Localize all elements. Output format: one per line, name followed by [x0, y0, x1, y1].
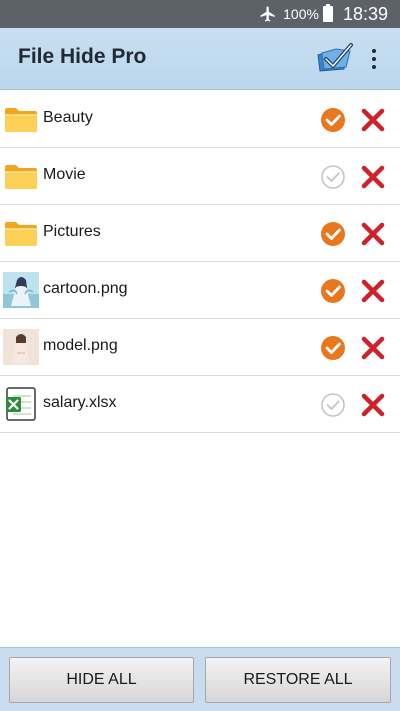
- app-title: File Hide Pro: [18, 45, 147, 68]
- hidden-check-icon[interactable]: [320, 107, 346, 133]
- image-thumbnail-icon: [3, 272, 39, 308]
- app-toolbar: File Hide Pro: [0, 28, 400, 90]
- list-item[interactable]: salary.xlsx: [0, 376, 400, 433]
- airplane-mode-icon: [260, 6, 275, 22]
- hidden-check-icon[interactable]: [320, 335, 346, 361]
- list-item[interactable]: Beauty: [0, 91, 400, 148]
- delete-icon[interactable]: [360, 335, 386, 361]
- restore-all-button[interactable]: RESTORE ALL: [205, 657, 391, 703]
- overflow-menu-icon[interactable]: [364, 46, 384, 72]
- delete-icon[interactable]: [360, 392, 386, 418]
- file-name: model.png: [43, 337, 118, 354]
- battery-percentage: 100%: [283, 6, 319, 22]
- list-item[interactable]: cartoon.png: [0, 262, 400, 319]
- file-name: cartoon.png: [43, 280, 128, 297]
- list-item[interactable]: Pictures: [0, 205, 400, 262]
- unhidden-check-icon[interactable]: [320, 392, 346, 418]
- mark-all-icon[interactable]: [314, 41, 354, 75]
- file-name: Beauty: [43, 109, 93, 126]
- file-name: Pictures: [43, 223, 101, 240]
- list-item[interactable]: Movie: [0, 148, 400, 205]
- list-item[interactable]: model.png: [0, 319, 400, 376]
- delete-icon[interactable]: [360, 221, 386, 247]
- folder-icon: [5, 108, 37, 132]
- file-name: Movie: [43, 166, 86, 183]
- hide-all-button[interactable]: HIDE ALL: [9, 657, 194, 703]
- unhidden-check-icon[interactable]: [320, 164, 346, 190]
- file-name: salary.xlsx: [43, 394, 117, 411]
- hidden-check-icon[interactable]: [320, 278, 346, 304]
- file-list: Beauty Movie Pictures cartoon.png model.…: [0, 91, 400, 433]
- folder-icon: [5, 165, 37, 189]
- clock: 18:39: [342, 3, 388, 24]
- bottom-action-bar: HIDE ALL RESTORE ALL: [0, 647, 400, 711]
- delete-icon[interactable]: [360, 164, 386, 190]
- battery-icon: [322, 4, 333, 22]
- excel-file-icon: [6, 387, 36, 421]
- delete-icon[interactable]: [360, 278, 386, 304]
- image-thumbnail-icon: [3, 329, 39, 365]
- hidden-check-icon[interactable]: [320, 221, 346, 247]
- delete-icon[interactable]: [360, 107, 386, 133]
- folder-icon: [5, 222, 37, 246]
- status-bar: 100% 18:39: [0, 0, 400, 28]
